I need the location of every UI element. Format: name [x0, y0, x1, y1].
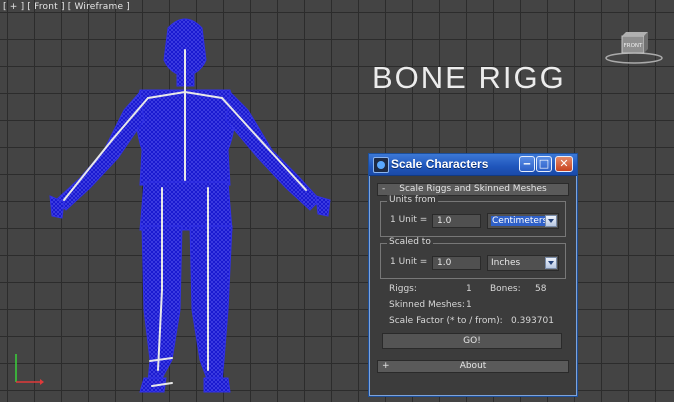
bones-count: 58	[535, 284, 547, 294]
maximize-icon: □	[538, 157, 550, 170]
minimize-button[interactable]: ‒	[519, 156, 535, 172]
about-title: About	[459, 361, 487, 371]
maximize-button[interactable]: □	[536, 156, 552, 172]
scaled-to-selected: Inches	[491, 258, 521, 268]
go-button[interactable]: GO!	[382, 333, 562, 349]
viewcube-face-label: FRONT	[624, 43, 643, 49]
unit-label-from: 1 Unit =	[390, 215, 428, 225]
scaled-to-dropdown[interactable]: Inches	[487, 255, 559, 271]
maxscript-icon	[373, 157, 389, 173]
units-from-value-input[interactable]: 1.0	[432, 214, 481, 228]
skinned-meshes-label: Skinned Meshes:	[389, 300, 465, 310]
axis-gizmo-icon	[15, 354, 44, 385]
minimize-icon: ‒	[523, 157, 531, 170]
units-from-selected: Centimeters	[491, 216, 549, 226]
scaled-to-group: Scaled to 1 Unit = 1.0 Inches	[380, 237, 566, 279]
scale-factor-label: Scale Factor (* to / from):	[389, 316, 503, 326]
close-button[interactable]: ✕	[555, 156, 573, 172]
chevron-down-icon[interactable]	[545, 257, 557, 269]
rollout-about[interactable]: + About	[377, 360, 569, 373]
units-from-label: Units from	[387, 195, 438, 205]
close-icon: ✕	[559, 157, 569, 170]
scaled-to-value-input[interactable]: 1.0	[432, 256, 481, 270]
unit-label-to: 1 Unit =	[390, 257, 428, 267]
riggs-label: Riggs:	[389, 284, 417, 294]
riggs-count: 1	[466, 284, 472, 294]
scale-factor-value: 0.393701	[511, 316, 554, 326]
skinned-meshes-count: 1	[466, 300, 472, 310]
character-wireframe[interactable]	[40, 10, 340, 402]
dialog-title: Scale Characters	[391, 157, 489, 171]
scale-characters-dialog[interactable]: Scale Characters ‒ □ ✕ - Scale Riggs and…	[368, 153, 578, 397]
dialog-titlebar[interactable]: Scale Characters ‒ □ ✕	[369, 154, 577, 176]
chevron-down-icon[interactable]	[545, 215, 557, 227]
viewport-title: BONE RIGG	[372, 60, 566, 95]
mesh-body	[49, 18, 331, 393]
units-from-dropdown[interactable]: Centimeters	[487, 213, 559, 229]
scaled-to-label: Scaled to	[387, 237, 433, 247]
viewcube-icon[interactable]: FRONT	[604, 30, 664, 66]
rollout-title: Scale Riggs and Skinned Meshes	[399, 184, 547, 194]
bones-label: Bones:	[490, 284, 521, 294]
units-from-group: Units from 1 Unit = 1.0 Centimeters	[380, 195, 566, 237]
